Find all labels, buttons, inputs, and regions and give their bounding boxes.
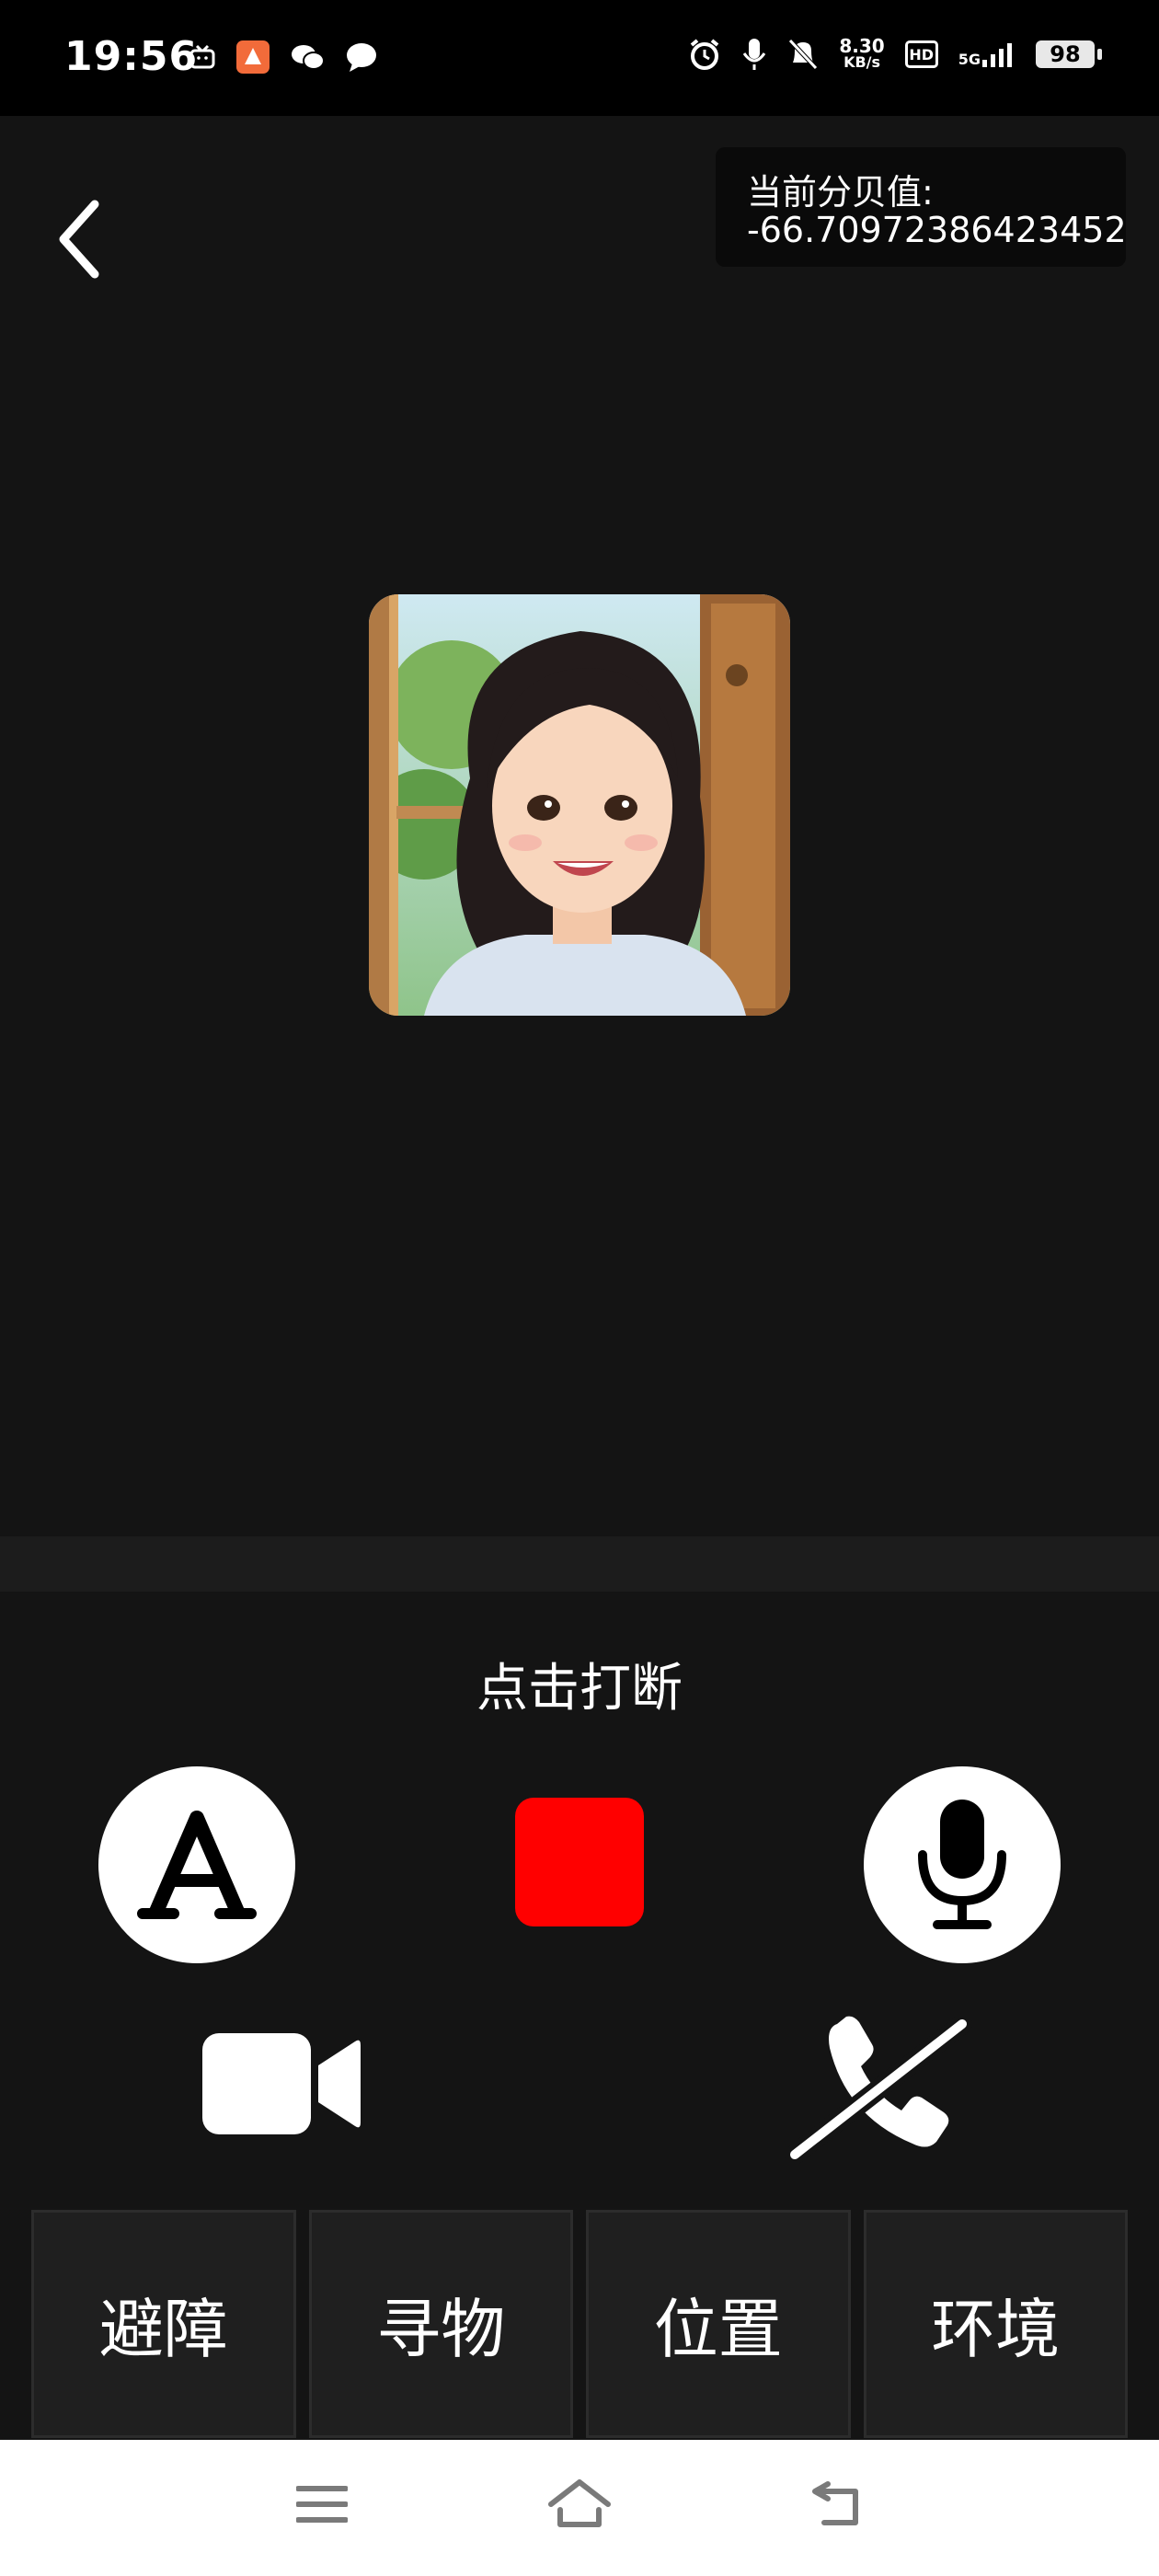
tv-app-icon [189, 44, 215, 69]
panel-divider [0, 1536, 1159, 1592]
nav-back-button[interactable] [805, 2477, 869, 2532]
system-navigation-bar [0, 2440, 1159, 2576]
text-mode-button[interactable] [98, 1766, 295, 1963]
silent-bell-icon [788, 39, 819, 70]
mic-status-icon [743, 39, 766, 70]
cell-signal: 5G [958, 41, 1016, 67]
stop-button[interactable] [515, 1798, 644, 1926]
wechat-icon [292, 45, 325, 70]
microphone-icon [918, 1800, 1006, 1929]
menu-icon [296, 2486, 348, 2523]
phone-off-icon [785, 2014, 972, 2165]
nav-menu-button[interactable] [290, 2477, 354, 2532]
home-icon [548, 2479, 611, 2527]
network-speed: 8.30 KB/s [839, 35, 885, 71]
back-button[interactable] [42, 193, 116, 285]
decibel-readout: 当前分贝值: -66.70972386423452 [716, 147, 1127, 267]
status-time: 19:56 [64, 33, 199, 80]
microphone-button[interactable] [864, 1766, 1061, 1963]
back-arrow-icon [812, 2481, 858, 2525]
status-system-icons: 8.30 KB/s HD 5G 98 [688, 35, 1102, 72]
tab-environment[interactable]: 环境 [863, 2210, 1128, 2438]
tab-find-object[interactable]: 寻物 [308, 2210, 573, 2438]
app-badge-icon [236, 40, 270, 74]
tab-location[interactable]: 位置 [586, 2210, 851, 2438]
tab-obstacle-avoidance[interactable]: 避障 [31, 2210, 296, 2438]
video-camera-icon [202, 2033, 361, 2134]
avatar-illustration [369, 594, 790, 1016]
status-bar: 19:56 8.30 KB/s HD 5G 98 [0, 0, 1159, 116]
message-bubble-icon [347, 43, 376, 72]
alarm-icon [691, 39, 719, 70]
hd-badge: HD [904, 40, 938, 68]
nav-home-button[interactable] [547, 2477, 612, 2532]
letter-a-icon [137, 1811, 257, 1919]
battery-indicator: 98 [1036, 40, 1102, 68]
status-notification-icons [189, 40, 378, 74]
hang-up-button[interactable] [782, 2006, 975, 2167]
function-tabbar: 避障 寻物 位置 环境 [31, 2210, 1128, 2438]
network-speed-unit: KB/s [843, 53, 881, 71]
video-call-button[interactable] [201, 2029, 361, 2139]
decibel-label: 当前分贝值: [747, 172, 934, 213]
network-speed-value: 8.30 [839, 35, 885, 57]
decibel-value: -66.70972386423452 [747, 210, 1127, 250]
assistant-avatar [369, 594, 790, 1016]
chevron-left-icon [59, 200, 99, 279]
interrupt-label[interactable]: 点击打断 [0, 1647, 1159, 1721]
network-type: 5G [958, 51, 981, 68]
signal-bars-icon [982, 43, 1012, 67]
